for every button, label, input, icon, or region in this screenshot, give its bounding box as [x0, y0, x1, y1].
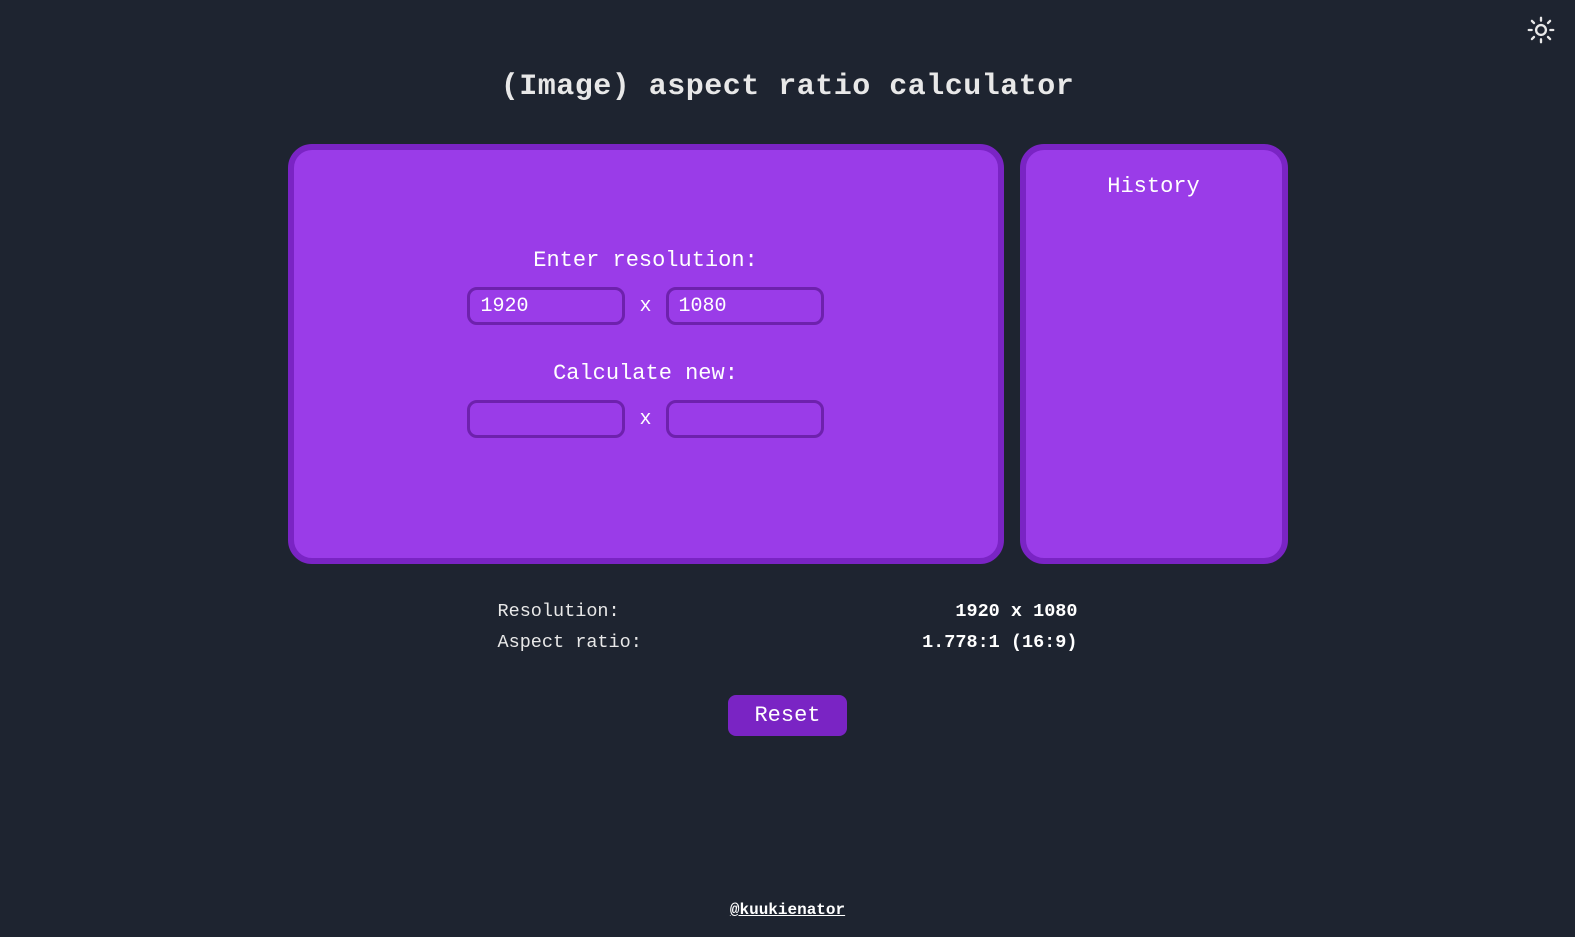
- resolution-result-value: 1920 x 1080: [955, 596, 1077, 627]
- new-height-input[interactable]: [666, 400, 824, 438]
- credit-link[interactable]: @kuukienator: [730, 901, 845, 919]
- enter-resolution-label: Enter resolution:: [533, 248, 757, 273]
- calculate-new-label: Calculate new:: [553, 361, 738, 386]
- reset-button[interactable]: Reset: [728, 695, 846, 736]
- new-width-input[interactable]: [467, 400, 625, 438]
- results-block: Resolution: 1920 x 1080 Aspect ratio: 1.…: [498, 596, 1078, 659]
- separator-label: x: [639, 295, 651, 318]
- resolution-result-label: Resolution:: [498, 596, 620, 627]
- calculator-panel: Enter resolution: x Calculate new: x: [288, 144, 1004, 564]
- separator-label-2: x: [639, 408, 651, 431]
- width-input[interactable]: [467, 287, 625, 325]
- resolution-input-row: x: [467, 287, 823, 325]
- new-resolution-input-row: x: [467, 400, 823, 438]
- aspect-result-value: 1.778:1 (16:9): [922, 627, 1077, 658]
- history-panel: History: [1020, 144, 1288, 564]
- aspect-result-label: Aspect ratio:: [498, 627, 642, 658]
- sun-icon: [1527, 16, 1555, 49]
- height-input[interactable]: [666, 287, 824, 325]
- footer: @kuukienator: [0, 901, 1575, 919]
- history-title: History: [1026, 174, 1282, 199]
- page-title: (Image) aspect ratio calculator: [288, 70, 1288, 104]
- theme-toggle-button[interactable]: [1523, 14, 1559, 50]
